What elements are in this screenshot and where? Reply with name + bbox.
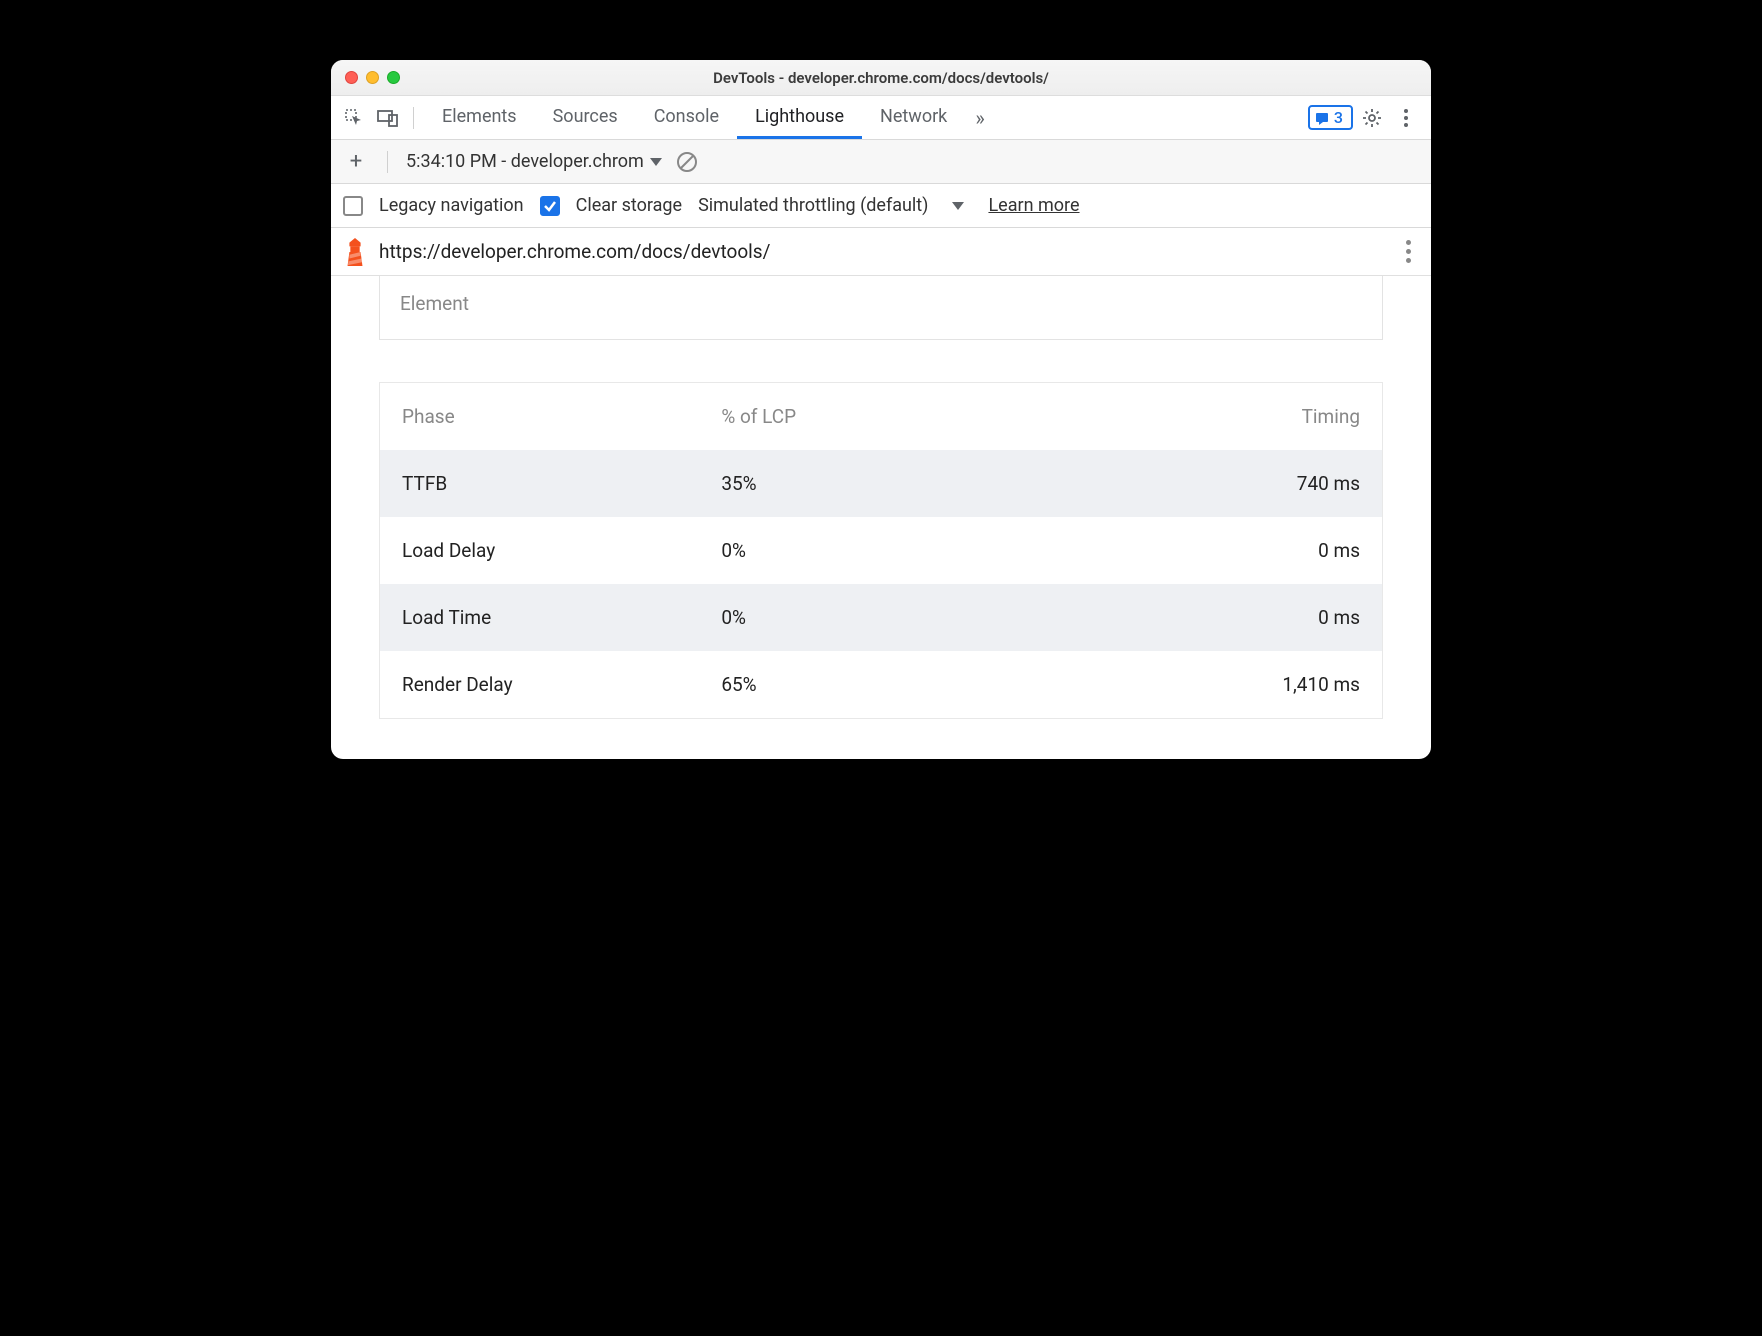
main-toolbar: Elements Sources Console Lighthouse Netw… xyxy=(331,96,1431,140)
clear-icon[interactable] xyxy=(674,149,700,175)
report-url: https://developer.chrome.com/docs/devtoo… xyxy=(379,240,1390,263)
cell-pct: 0% xyxy=(721,606,1040,629)
traffic-lights xyxy=(331,71,400,84)
report-selector[interactable]: 5:34:10 PM - developer.chrom xyxy=(406,151,662,172)
table-row: TTFB 35% 740 ms xyxy=(380,450,1382,517)
throttling-dropdown-icon[interactable] xyxy=(952,202,964,210)
cell-timing: 0 ms xyxy=(1041,606,1360,629)
col-pct-header: % of LCP xyxy=(721,405,1040,428)
report-label: 5:34:10 PM - developer.chrom xyxy=(406,151,644,172)
cell-phase: Load Time xyxy=(402,606,721,629)
minimize-icon[interactable] xyxy=(366,71,379,84)
tab-console[interactable]: Console xyxy=(636,96,737,139)
maximize-icon[interactable] xyxy=(387,71,400,84)
cell-pct: 0% xyxy=(721,539,1040,562)
legacy-navigation-label: Legacy navigation xyxy=(379,195,524,216)
chevron-down-icon xyxy=(650,158,662,166)
clear-storage-label: Clear storage xyxy=(576,195,682,216)
report-content: Element Phase % of LCP Timing TTFB 35% 7… xyxy=(331,276,1431,759)
tab-sources[interactable]: Sources xyxy=(535,96,636,139)
table-row: Load Delay 0% 0 ms xyxy=(380,517,1382,584)
table-row: Load Time 0% 0 ms xyxy=(380,584,1382,651)
table-row: Render Delay 65% 1,410 ms xyxy=(380,651,1382,718)
col-timing-header: Timing xyxy=(1041,405,1360,428)
kebab-menu-icon[interactable] xyxy=(1391,103,1421,133)
col-phase-header: Phase xyxy=(402,405,721,428)
tab-strip: Elements Sources Console Lighthouse Netw… xyxy=(424,96,965,139)
lighthouse-icon xyxy=(343,238,367,266)
tab-lighthouse[interactable]: Lighthouse xyxy=(737,96,862,139)
element-section: Element xyxy=(379,276,1383,340)
issues-badge[interactable]: 3 xyxy=(1308,105,1353,130)
table-header-row: Phase % of LCP Timing xyxy=(380,383,1382,450)
tab-network[interactable]: Network xyxy=(862,96,965,139)
issues-count: 3 xyxy=(1334,108,1343,127)
divider xyxy=(387,151,388,173)
report-menu-icon[interactable] xyxy=(1402,236,1415,267)
lcp-phase-table: Phase % of LCP Timing TTFB 35% 740 ms Lo… xyxy=(379,382,1383,719)
cell-timing: 1,410 ms xyxy=(1041,673,1360,696)
cell-phase: TTFB xyxy=(402,472,721,495)
inspect-icon[interactable] xyxy=(339,103,369,133)
cell-phase: Load Delay xyxy=(402,539,721,562)
cell-phase: Render Delay xyxy=(402,673,721,696)
titlebar: DevTools - developer.chrome.com/docs/dev… xyxy=(331,60,1431,96)
gear-icon[interactable] xyxy=(1357,103,1387,133)
report-url-row: https://developer.chrome.com/docs/devtoo… xyxy=(331,228,1431,276)
devtools-window: DevTools - developer.chrome.com/docs/dev… xyxy=(331,60,1431,759)
clear-storage-checkbox[interactable] xyxy=(540,196,560,216)
cell-pct: 65% xyxy=(721,673,1040,696)
divider xyxy=(413,107,414,129)
window-title: DevTools - developer.chrome.com/docs/dev… xyxy=(331,69,1431,87)
learn-more-link[interactable]: Learn more xyxy=(988,195,1079,216)
legacy-navigation-checkbox[interactable] xyxy=(343,196,363,216)
cell-timing: 0 ms xyxy=(1041,539,1360,562)
cell-pct: 35% xyxy=(721,472,1040,495)
throttling-label: Simulated throttling (default) xyxy=(698,195,928,216)
cell-timing: 740 ms xyxy=(1041,472,1360,495)
lighthouse-options: Legacy navigation Clear storage Simulate… xyxy=(331,184,1431,228)
device-toolbar-icon[interactable] xyxy=(373,103,403,133)
element-label: Element xyxy=(400,292,469,315)
tab-elements[interactable]: Elements xyxy=(424,96,535,139)
new-report-button[interactable]: + xyxy=(343,149,369,175)
lighthouse-toolbar: + 5:34:10 PM - developer.chrom xyxy=(331,140,1431,184)
more-tabs-icon[interactable]: » xyxy=(969,106,990,130)
close-icon[interactable] xyxy=(345,71,358,84)
